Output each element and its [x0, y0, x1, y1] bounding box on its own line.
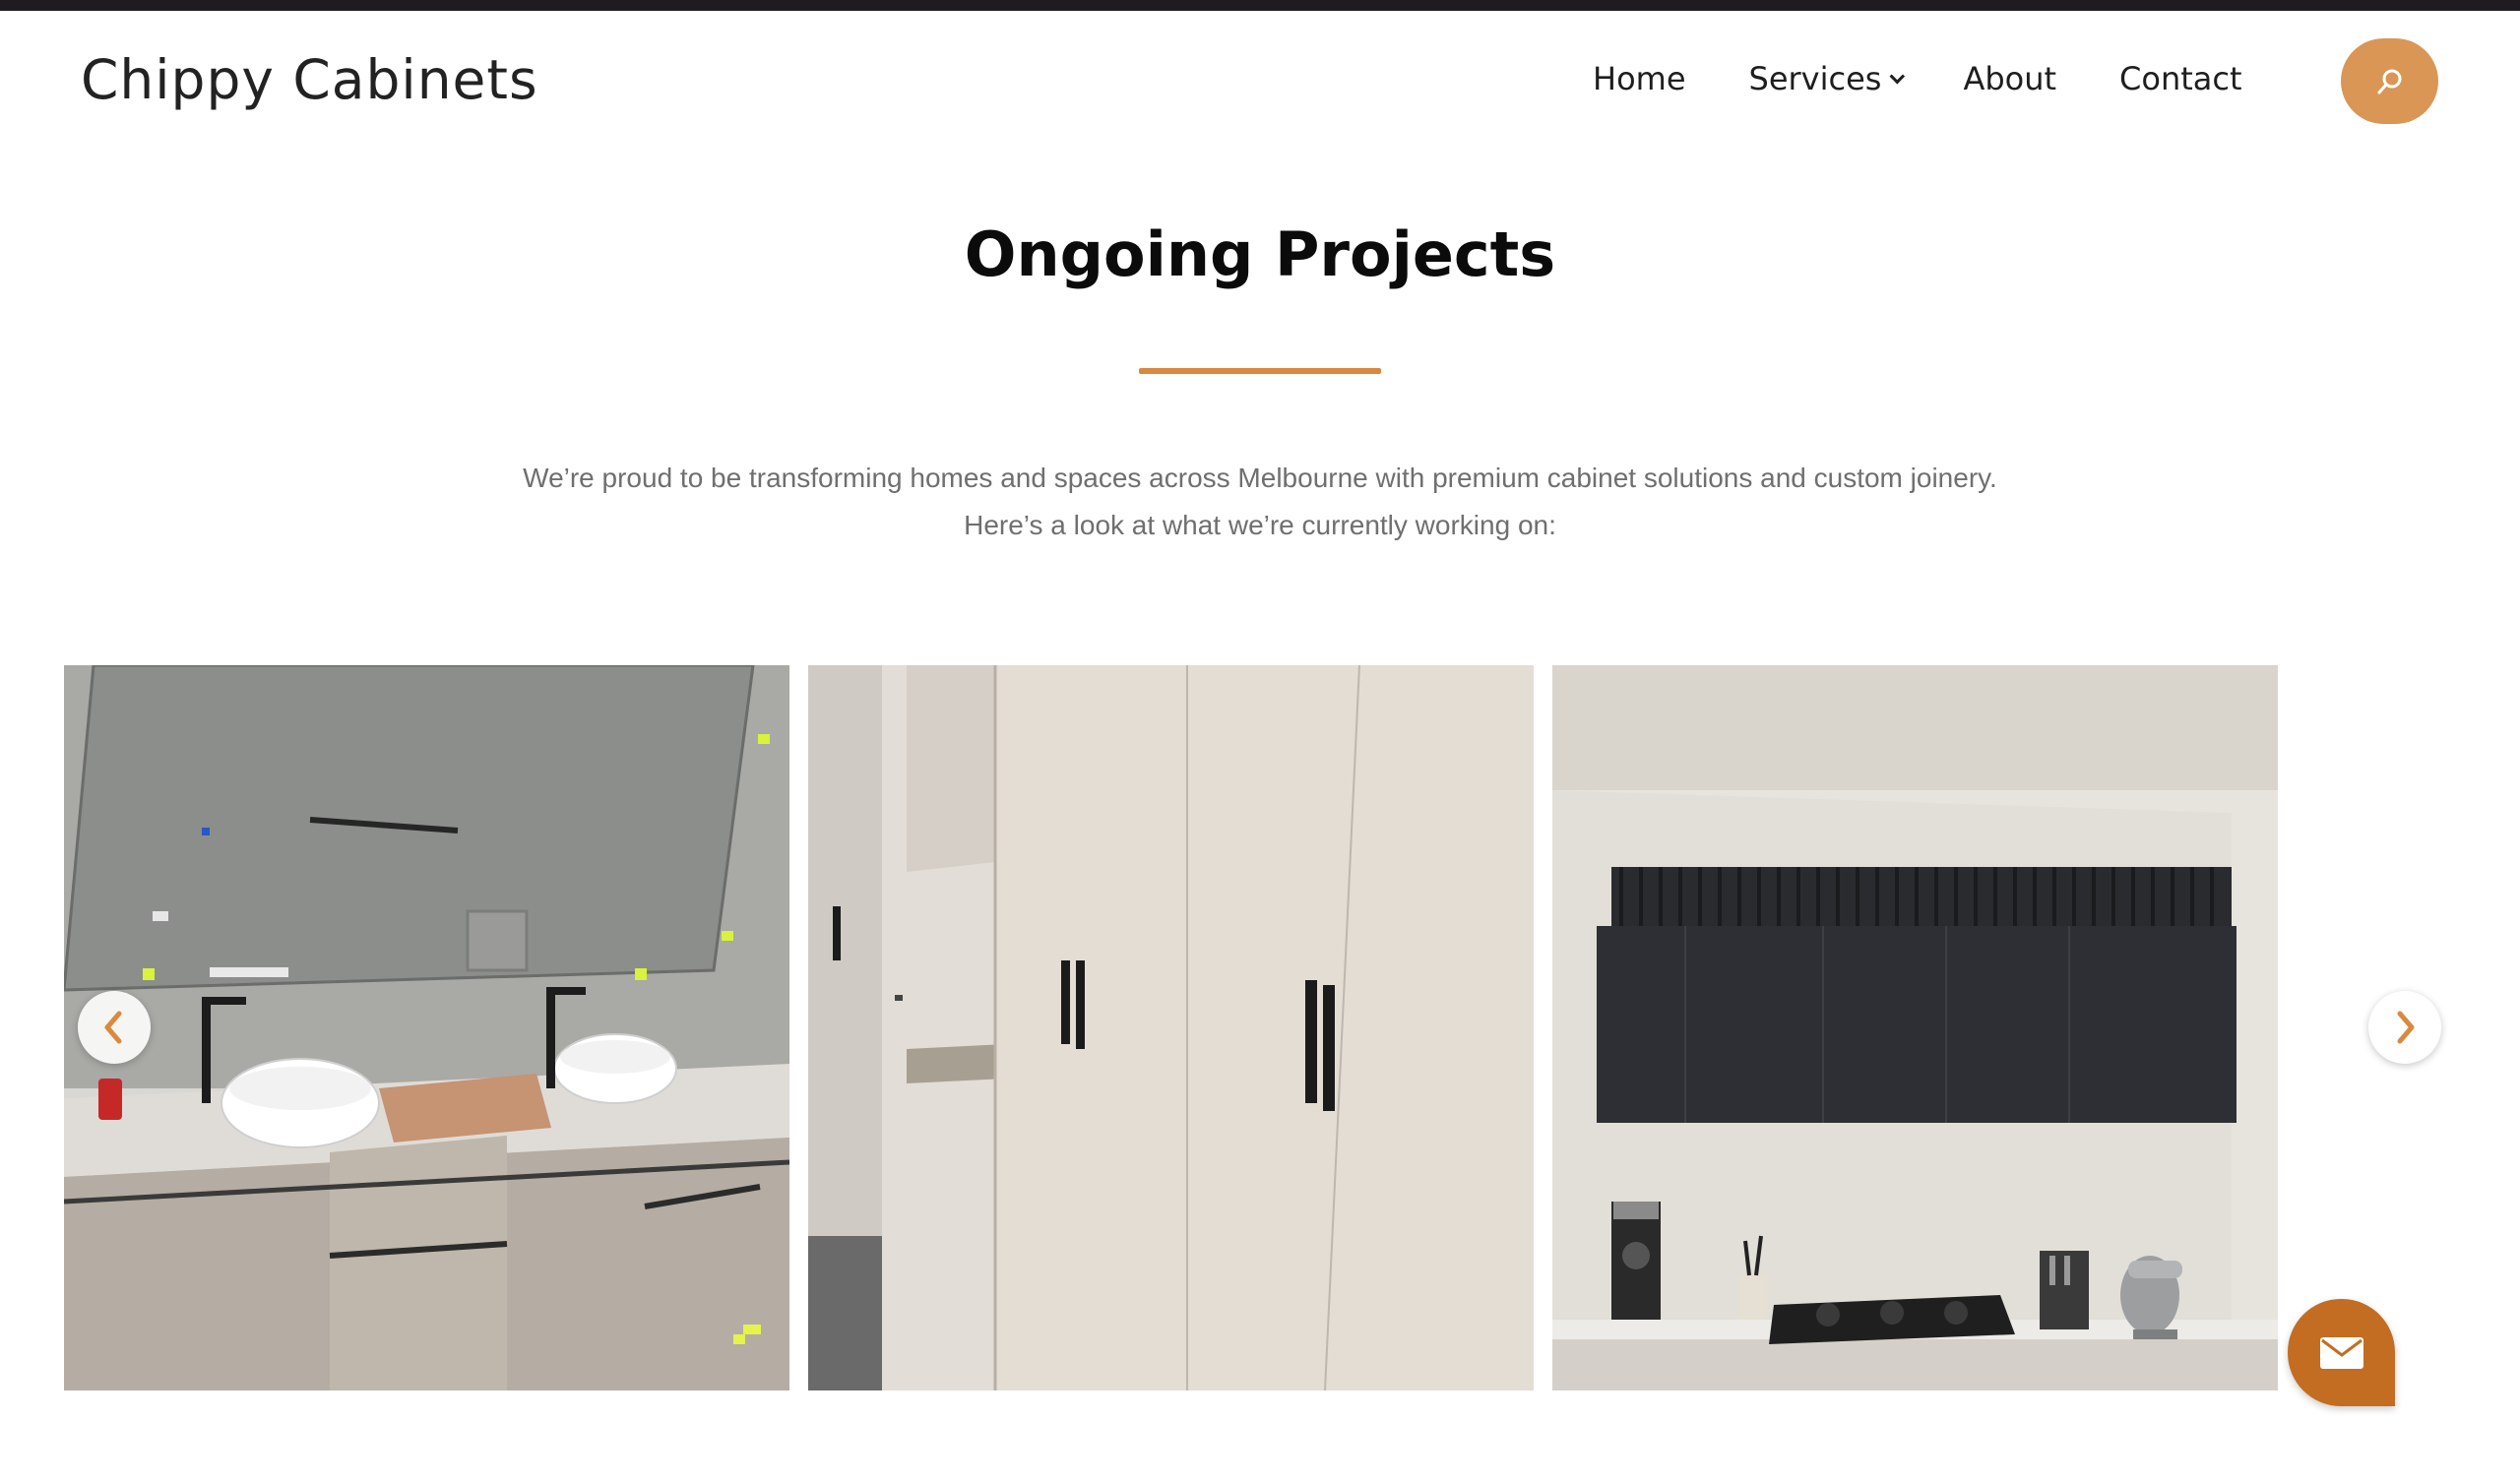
contact-mail-button[interactable]: [2288, 1299, 2395, 1406]
envelope-icon: [2319, 1336, 2363, 1369]
nav-contact-label: Contact: [2119, 60, 2242, 97]
nav-contact[interactable]: Contact: [2119, 60, 2242, 97]
site-header: Chippy Cabinets Home Services About Cont…: [0, 11, 2520, 158]
bathroom-vanity-photo: [64, 665, 789, 1390]
title-divider: [1139, 368, 1381, 374]
kitchen-cabinets-photo: [1552, 665, 2278, 1390]
nav-home-label: Home: [1593, 60, 1686, 97]
slide-wardrobe[interactable]: [808, 665, 1534, 1390]
project-carousel[interactable]: [64, 665, 2284, 1390]
main-nav: Home Services About Contact: [1593, 60, 2305, 97]
wardrobe-photo: [808, 665, 1534, 1390]
chevron-right-icon: [2397, 1011, 2415, 1044]
chevron-down-icon: [1889, 68, 1906, 84]
nav-services-label: Services: [1748, 60, 1882, 97]
slide-kitchen[interactable]: [1552, 665, 2278, 1390]
search-icon: [2377, 69, 2401, 93]
chevron-left-icon: [104, 1011, 122, 1044]
intro-text: We’re proud to be transforming homes and…: [0, 455, 2520, 549]
nav-about-label: About: [1963, 60, 2057, 97]
intro-line-1: We’re proud to be transforming homes and…: [523, 463, 1997, 493]
search-button[interactable]: [2341, 38, 2438, 124]
carousel-prev-button[interactable]: [78, 991, 151, 1064]
nav-services[interactable]: Services: [1748, 60, 1906, 97]
carousel-next-button[interactable]: [2368, 991, 2441, 1064]
nav-home[interactable]: Home: [1593, 60, 1686, 97]
intro-line-2: Here’s a look at what we’re currently wo…: [964, 510, 1556, 540]
top-bar: [0, 0, 2520, 11]
page-title: Ongoing Projects: [964, 218, 1556, 290]
nav-about[interactable]: About: [1963, 60, 2056, 97]
site-logo[interactable]: Chippy Cabinets: [81, 48, 538, 111]
slide-bathroom-vanity[interactable]: [64, 665, 789, 1390]
